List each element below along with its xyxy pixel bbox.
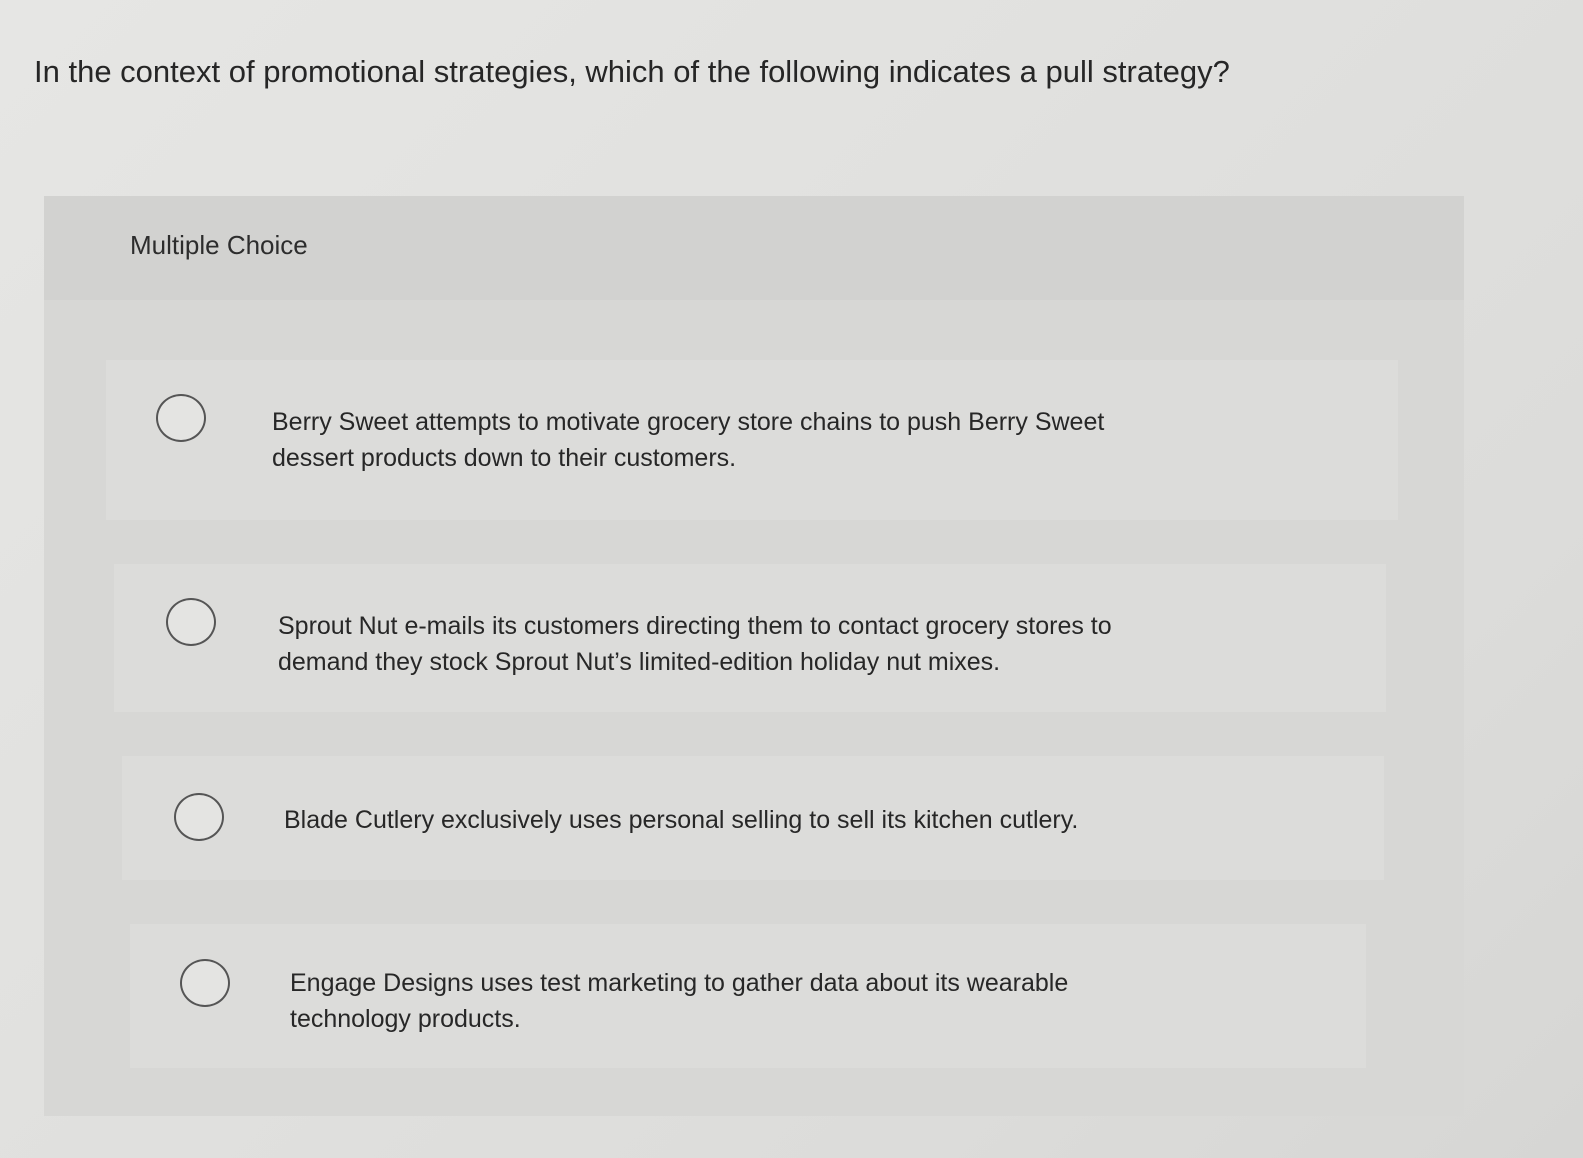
question-text: In the context of promotional strategies… (34, 54, 1230, 89)
section-label: Multiple Choice (130, 230, 308, 260)
answer-option-4[interactable]: Engage Designs uses test marketing to ga… (130, 924, 1366, 1068)
answer-option-1-text: Berry Sweet attempts to motivate grocery… (272, 408, 1105, 472)
radio-button-2[interactable] (166, 598, 216, 646)
answer-option-3[interactable]: Blade Cutlery exclusively uses personal … (122, 756, 1384, 880)
answer-option-3-text: Blade Cutlery exclusively uses personal … (284, 806, 1079, 834)
answer-option-1[interactable]: Berry Sweet attempts to motivate grocery… (106, 360, 1398, 520)
answer-option-2-text: Sprout Nut e-mails its customers directi… (278, 612, 1112, 676)
answer-option-4-text: Engage Designs uses test marketing to ga… (290, 969, 1069, 1033)
radio-button-1[interactable] (156, 394, 206, 442)
multiple-choice-panel: Multiple Choice Berry Sweet attempts to … (44, 196, 1464, 1116)
radio-button-4[interactable] (180, 959, 230, 1007)
radio-button-3[interactable] (174, 793, 224, 841)
answer-option-2[interactable]: Sprout Nut e-mails its customers directi… (114, 564, 1386, 712)
panel-header: Multiple Choice (44, 196, 1464, 300)
